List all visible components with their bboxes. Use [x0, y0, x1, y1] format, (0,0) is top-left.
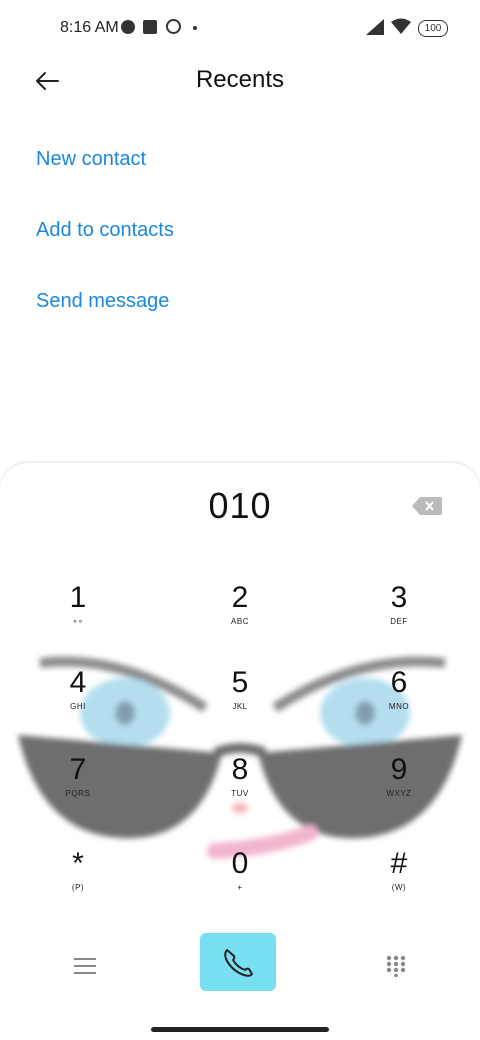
new-contact-link[interactable]: New contact	[36, 148, 146, 171]
key-hash[interactable]: # (W)	[349, 847, 449, 917]
key-star[interactable]: * (P)	[28, 847, 128, 917]
add-to-contacts-link[interactable]: Add to contacts	[36, 219, 174, 242]
signal-icon	[366, 19, 384, 35]
key-8[interactable]: 8 TUV	[190, 753, 290, 823]
wifi-icon	[391, 18, 411, 34]
keypad-icon[interactable]	[386, 955, 406, 977]
menu-icon[interactable]	[74, 958, 96, 979]
key-4[interactable]: 4 GHI	[28, 666, 128, 736]
status-time: 8:16 AM	[60, 19, 119, 36]
page-title: Recents	[195, 66, 285, 93]
stop-notification-icon	[143, 20, 157, 34]
call-button[interactable]	[200, 933, 276, 991]
key-6[interactable]: 6 MNO	[349, 666, 449, 736]
key-7[interactable]: 7 PQRS	[28, 753, 128, 823]
status-bar: 8:16 AM 100	[0, 0, 480, 56]
key-0[interactable]: 0 +	[190, 847, 290, 917]
phone-icon	[224, 949, 253, 977]
dial-pad-panel: 010 1 ∘∘ 2 ABC 3 DEF 4 GHI 5 JKL 6 MNO 7…	[0, 463, 480, 1040]
location-notification-icon	[166, 19, 181, 34]
key-5[interactable]: 5 JKL	[190, 666, 290, 736]
dialed-number: 010	[208, 485, 272, 526]
backspace-icon[interactable]	[412, 497, 442, 515]
key-9[interactable]: 9 WXYZ	[349, 753, 449, 823]
send-message-link[interactable]: Send message	[36, 290, 169, 313]
key-3[interactable]: 3 DEF	[349, 581, 449, 651]
home-indicator[interactable]	[151, 1027, 329, 1032]
app-notification-icon	[121, 20, 135, 34]
battery-icon: 100	[418, 20, 448, 37]
key-2[interactable]: 2 ABC	[190, 581, 290, 651]
key-1[interactable]: 1 ∘∘	[28, 581, 128, 651]
more-notifications-icon	[193, 26, 197, 30]
